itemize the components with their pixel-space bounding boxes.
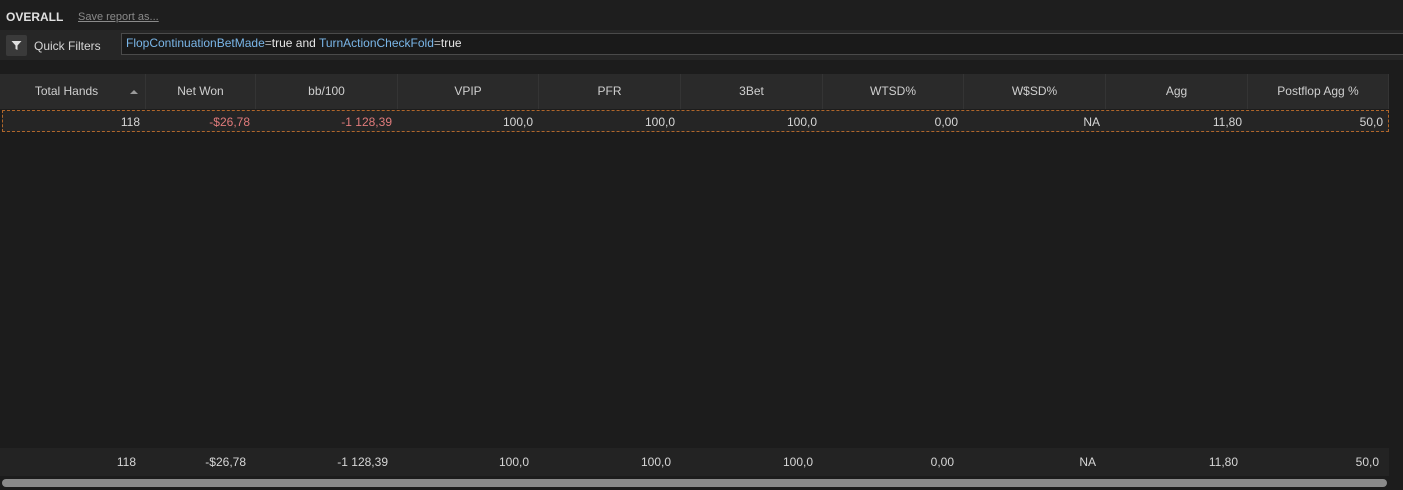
table-cell: NA bbox=[1083, 115, 1100, 129]
table-cell: 100,0 bbox=[644, 115, 675, 129]
scrollbar-thumb[interactable] bbox=[2, 479, 1387, 487]
horizontal-scrollbar[interactable] bbox=[0, 477, 1403, 490]
summary-cell: 11,80 bbox=[1208, 455, 1238, 469]
filter-token: true bbox=[440, 36, 462, 50]
summary-cell: 100,0 bbox=[782, 455, 813, 469]
summary-cell: 100,0 bbox=[498, 455, 529, 469]
column-header[interactable]: bb/100 bbox=[256, 74, 398, 109]
filter-token: = bbox=[433, 36, 441, 50]
table-row[interactable]: 118 -$26,78 -1 128,39 100,0 100,0 100,0 0,00 NA… bbox=[2, 110, 1389, 132]
filter-token: FlopContinuationBetMade bbox=[126, 36, 265, 50]
summary-cell: 0,00 bbox=[930, 455, 954, 469]
funnel-icon bbox=[11, 41, 22, 50]
summary-row: 118 -$26,78 -1 128,39 100,0 100,0 100,0 0,00 NA… bbox=[0, 448, 1389, 476]
column-header[interactable]: VPIP bbox=[398, 74, 539, 109]
table-cell: 50,0 bbox=[1359, 115, 1383, 129]
table-cell: 100,0 bbox=[502, 115, 533, 129]
sort-ascending-icon bbox=[130, 90, 138, 94]
filter-expression-input[interactable]: FlopContinuationBetMade=true and TurnAct… bbox=[121, 33, 1403, 55]
column-header[interactable]: W$SD% bbox=[964, 74, 1106, 109]
save-report-link[interactable]: Save report as... bbox=[78, 11, 159, 23]
filter-token: true and bbox=[271, 36, 319, 50]
spacer bbox=[0, 60, 1403, 74]
filter-button[interactable] bbox=[6, 35, 27, 56]
table-cell: 11,80 bbox=[1212, 115, 1242, 129]
column-header[interactable]: Total Hands bbox=[0, 74, 146, 109]
column-header[interactable]: 3Bet bbox=[681, 74, 823, 109]
table-cell: 0,00 bbox=[934, 115, 958, 129]
filter-token: TurnActionCheckFold bbox=[318, 36, 434, 50]
column-header[interactable]: Net Won bbox=[146, 74, 256, 109]
summary-cell: NA bbox=[1079, 455, 1096, 469]
column-header[interactable]: PFR bbox=[539, 74, 681, 109]
report-topbar: OVERALL Save report as... bbox=[0, 0, 1403, 30]
summary-cell: 118 bbox=[116, 455, 136, 469]
filter-token: = bbox=[264, 36, 272, 50]
table-cell: 118 bbox=[120, 115, 140, 129]
summary-cell: 50,0 bbox=[1355, 455, 1379, 469]
column-header[interactable]: WTSD% bbox=[823, 74, 964, 109]
table-cell: 100,0 bbox=[786, 115, 817, 129]
summary-cell: -1 128,39 bbox=[337, 455, 388, 469]
table-cell: -$26,78 bbox=[209, 115, 250, 129]
quick-filters-label: Quick Filters bbox=[34, 39, 101, 53]
summary-cell: -$26,78 bbox=[205, 455, 246, 469]
report-title: OVERALL bbox=[6, 10, 64, 24]
table-header: Total Hands Net Won bb/100 VPIP PFR 3Bet WTSD%… bbox=[0, 74, 1389, 109]
table-cell: -1 128,39 bbox=[341, 115, 392, 129]
column-header[interactable]: Postflop Agg % bbox=[1248, 74, 1389, 109]
column-header[interactable]: Agg bbox=[1106, 74, 1248, 109]
summary-cell: 100,0 bbox=[640, 455, 671, 469]
